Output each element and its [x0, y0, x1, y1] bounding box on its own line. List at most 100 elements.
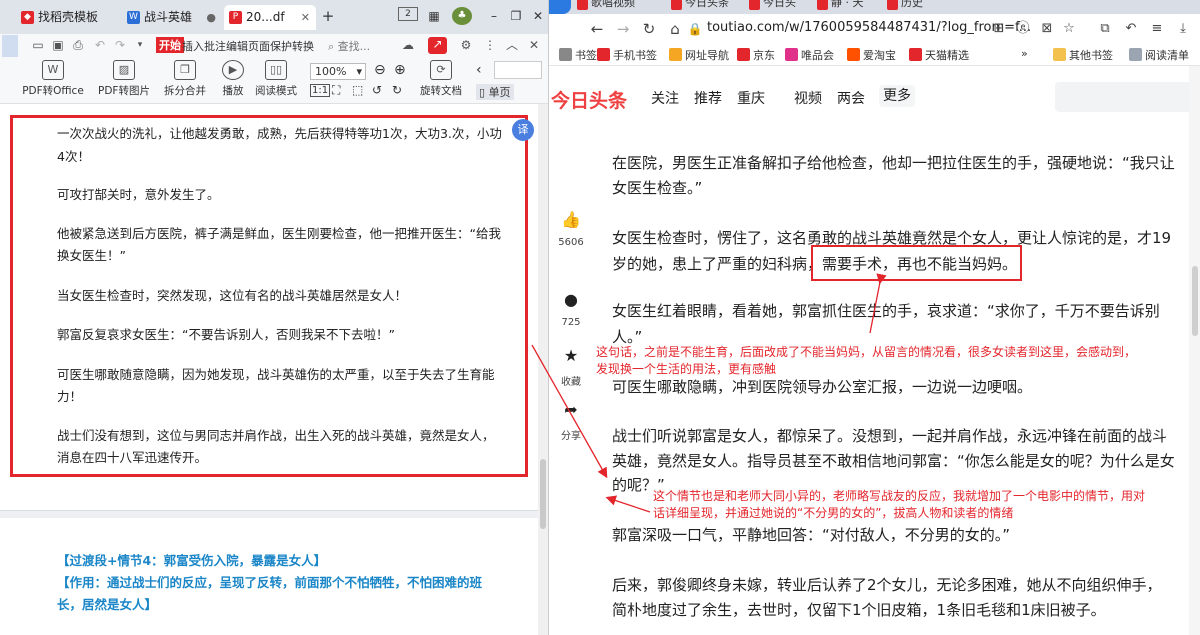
zoom-in-icon[interactable]: ⊕ [394, 62, 406, 78]
tab-docer[interactable]: ◆ 找稻壳模板 [16, 5, 120, 30]
print-icon[interactable]: ⎙ [70, 38, 86, 53]
menu-start[interactable]: 开始 [156, 37, 184, 53]
zoom-out-icon[interactable]: ⊖ [374, 62, 386, 78]
undo-icon[interactable]: ↶ [92, 38, 108, 53]
chevron-left-icon[interactable]: ‹ [476, 62, 482, 78]
nav-follow[interactable]: 关注 [651, 88, 679, 108]
collect-button[interactable]: ★ 收藏 [549, 346, 593, 388]
read-mode-button[interactable]: ▯▯ 阅读模式 [254, 60, 298, 98]
page-input[interactable] [494, 61, 542, 79]
puzzle-icon[interactable]: ⧉ [1095, 19, 1115, 39]
save-icon[interactable]: ▣ [50, 38, 66, 53]
nav-chongqing[interactable]: 重庆 [737, 88, 765, 108]
new-tab-button[interactable]: + [318, 7, 338, 25]
close-button[interactable]: ✕ [528, 7, 548, 25]
like-button[interactable]: 👍 5606 [549, 210, 593, 248]
more-icon[interactable]: ⋮ [482, 38, 498, 53]
refresh-icon[interactable]: ↻ [639, 19, 659, 39]
side-panel-icon[interactable] [2, 35, 18, 57]
menu-insert[interactable]: 插入 [182, 38, 204, 54]
collapse-icon[interactable]: ︿ [504, 38, 520, 53]
ie-mode-icon[interactable]: ⓔ [1013, 19, 1033, 39]
play-button[interactable]: ▶ 播放 [218, 60, 248, 98]
rotate-right-icon[interactable]: ↻ [392, 83, 402, 97]
nav-more[interactable]: 更多 [879, 85, 915, 107]
nav-two-sessions[interactable]: 两会 [837, 88, 865, 108]
pdf-to-image-button[interactable]: ▨ PDF转图片 [94, 60, 154, 98]
single-page-button[interactable]: ▯ 单页 [476, 84, 514, 100]
share-button[interactable]: ➦ 分享 [549, 400, 593, 442]
star-icon[interactable]: ☆ [1059, 19, 1079, 39]
extension-icon[interactable]: ⊠ [1037, 19, 1057, 39]
redo-icon[interactable]: ↷ [112, 38, 128, 53]
browser-logo-icon[interactable] [549, 0, 571, 14]
menu-icon[interactable]: ≡ [1147, 19, 1167, 39]
more-bookmarks-icon[interactable]: » [1021, 47, 1028, 60]
browser-tab[interactable]: 今日头条 [669, 0, 729, 12]
home-icon[interactable]: ⌂ [665, 19, 685, 39]
gear-icon[interactable]: ⚙ [458, 38, 474, 53]
cloud-icon[interactable]: ☁ [400, 38, 416, 53]
download-icon[interactable]: ⤓ [1173, 19, 1193, 39]
translate-icon[interactable]: 译 [512, 119, 534, 141]
minimize-button[interactable]: – [484, 7, 504, 25]
chevron-down-icon[interactable]: ▾ [132, 38, 148, 53]
avatar[interactable]: ♣ [452, 7, 472, 25]
forward-icon[interactable]: → [613, 19, 633, 39]
back-icon[interactable]: ← [587, 19, 607, 39]
comment-button[interactable]: ● 725 [549, 290, 593, 328]
bookmark-item[interactable]: 爱淘宝 [847, 47, 896, 63]
zoom-select[interactable]: 100% ▾ [310, 63, 366, 80]
rotate-left-icon[interactable]: ↺ [372, 83, 382, 97]
bookmark-label: 爱淘宝 [863, 49, 896, 62]
tab-word-doc[interactable]: W 战斗英雄 ● [122, 5, 222, 30]
site-icon [671, 0, 682, 10]
fit-width-icon[interactable]: ⬚ [352, 83, 363, 97]
menu-comment[interactable]: 批注 [204, 38, 226, 54]
scrollbar-thumb[interactable] [540, 459, 546, 529]
bookmark-item[interactable]: 京东 [737, 47, 775, 63]
scrollbar-thumb[interactable] [1192, 266, 1198, 336]
menu-protect[interactable]: 保护 [270, 38, 292, 54]
lock-icon[interactable]: 🔒 [685, 19, 705, 39]
close-icon[interactable]: ✕ [526, 38, 542, 53]
fit-page-icon[interactable]: ⛶ [332, 83, 340, 98]
grid-icon[interactable]: ▦ [424, 7, 444, 25]
search-input[interactable] [1055, 82, 1200, 112]
menu-edit[interactable]: 编辑 [226, 38, 248, 54]
url-field[interactable]: toutiao.com/w/1760059584487431/?log_from… [707, 20, 1031, 35]
scrollbar[interactable] [538, 104, 548, 635]
scrollbar[interactable] [1189, 66, 1200, 635]
browser-tab[interactable]: 历史 [885, 0, 923, 12]
menu-convert[interactable]: 转换 [292, 38, 314, 54]
close-icon[interactable]: ✕ [301, 5, 310, 30]
rotate-doc-button[interactable]: ⟳ 旋转文档 [418, 60, 464, 98]
browser-tab[interactable]: 静 · 天 [815, 0, 864, 12]
bookmark-item[interactable]: 天猫精选 [909, 47, 969, 63]
grid-icon[interactable]: ⊞ [989, 19, 1009, 39]
folder-icon[interactable]: ▭ [30, 38, 46, 53]
share-icon[interactable]: ↗ [428, 37, 447, 54]
bookmark-item[interactable]: 网址导航 [669, 47, 729, 63]
bookmark-item[interactable]: 书签 [559, 47, 597, 63]
browser-tab[interactable]: 今日头 [747, 0, 796, 12]
close-icon[interactable]: ● [206, 5, 216, 30]
toutiao-logo[interactable]: 今日头条 [551, 86, 627, 113]
search-field[interactable]: ⌕ 查找... [328, 38, 370, 54]
nav-video[interactable]: 视频 [794, 88, 822, 108]
actual-size-icon[interactable]: 1:1 [310, 84, 331, 97]
nav-recommend[interactable]: 推荐 [694, 88, 722, 108]
bookmark-folder[interactable]: 其他书签 [1053, 47, 1113, 63]
layout-icon[interactable]: 2 [398, 7, 418, 21]
pdf-to-office-button[interactable]: W PDF转Office [20, 60, 86, 98]
menu-page[interactable]: 页面 [248, 38, 270, 54]
split-merge-button[interactable]: ❐ 拆分合并 [160, 60, 210, 98]
browser-window: 歌唱视频 今日头条 今日头 静 · 天 历史 ← → ↻ ⌂ 🔒 toutiao… [548, 0, 1200, 635]
restore-button[interactable]: ❐ [506, 7, 526, 25]
tab-pdf[interactable]: P 20...df ✕ [224, 5, 316, 30]
bookmark-item[interactable]: 手机书签 [597, 47, 657, 63]
undo-icon[interactable]: ↶ [1121, 19, 1141, 39]
bookmark-item[interactable]: 唯品会 [785, 47, 834, 63]
reading-list[interactable]: 阅读清单 [1129, 47, 1189, 63]
browser-tab[interactable]: 歌唱视频 [575, 0, 635, 12]
